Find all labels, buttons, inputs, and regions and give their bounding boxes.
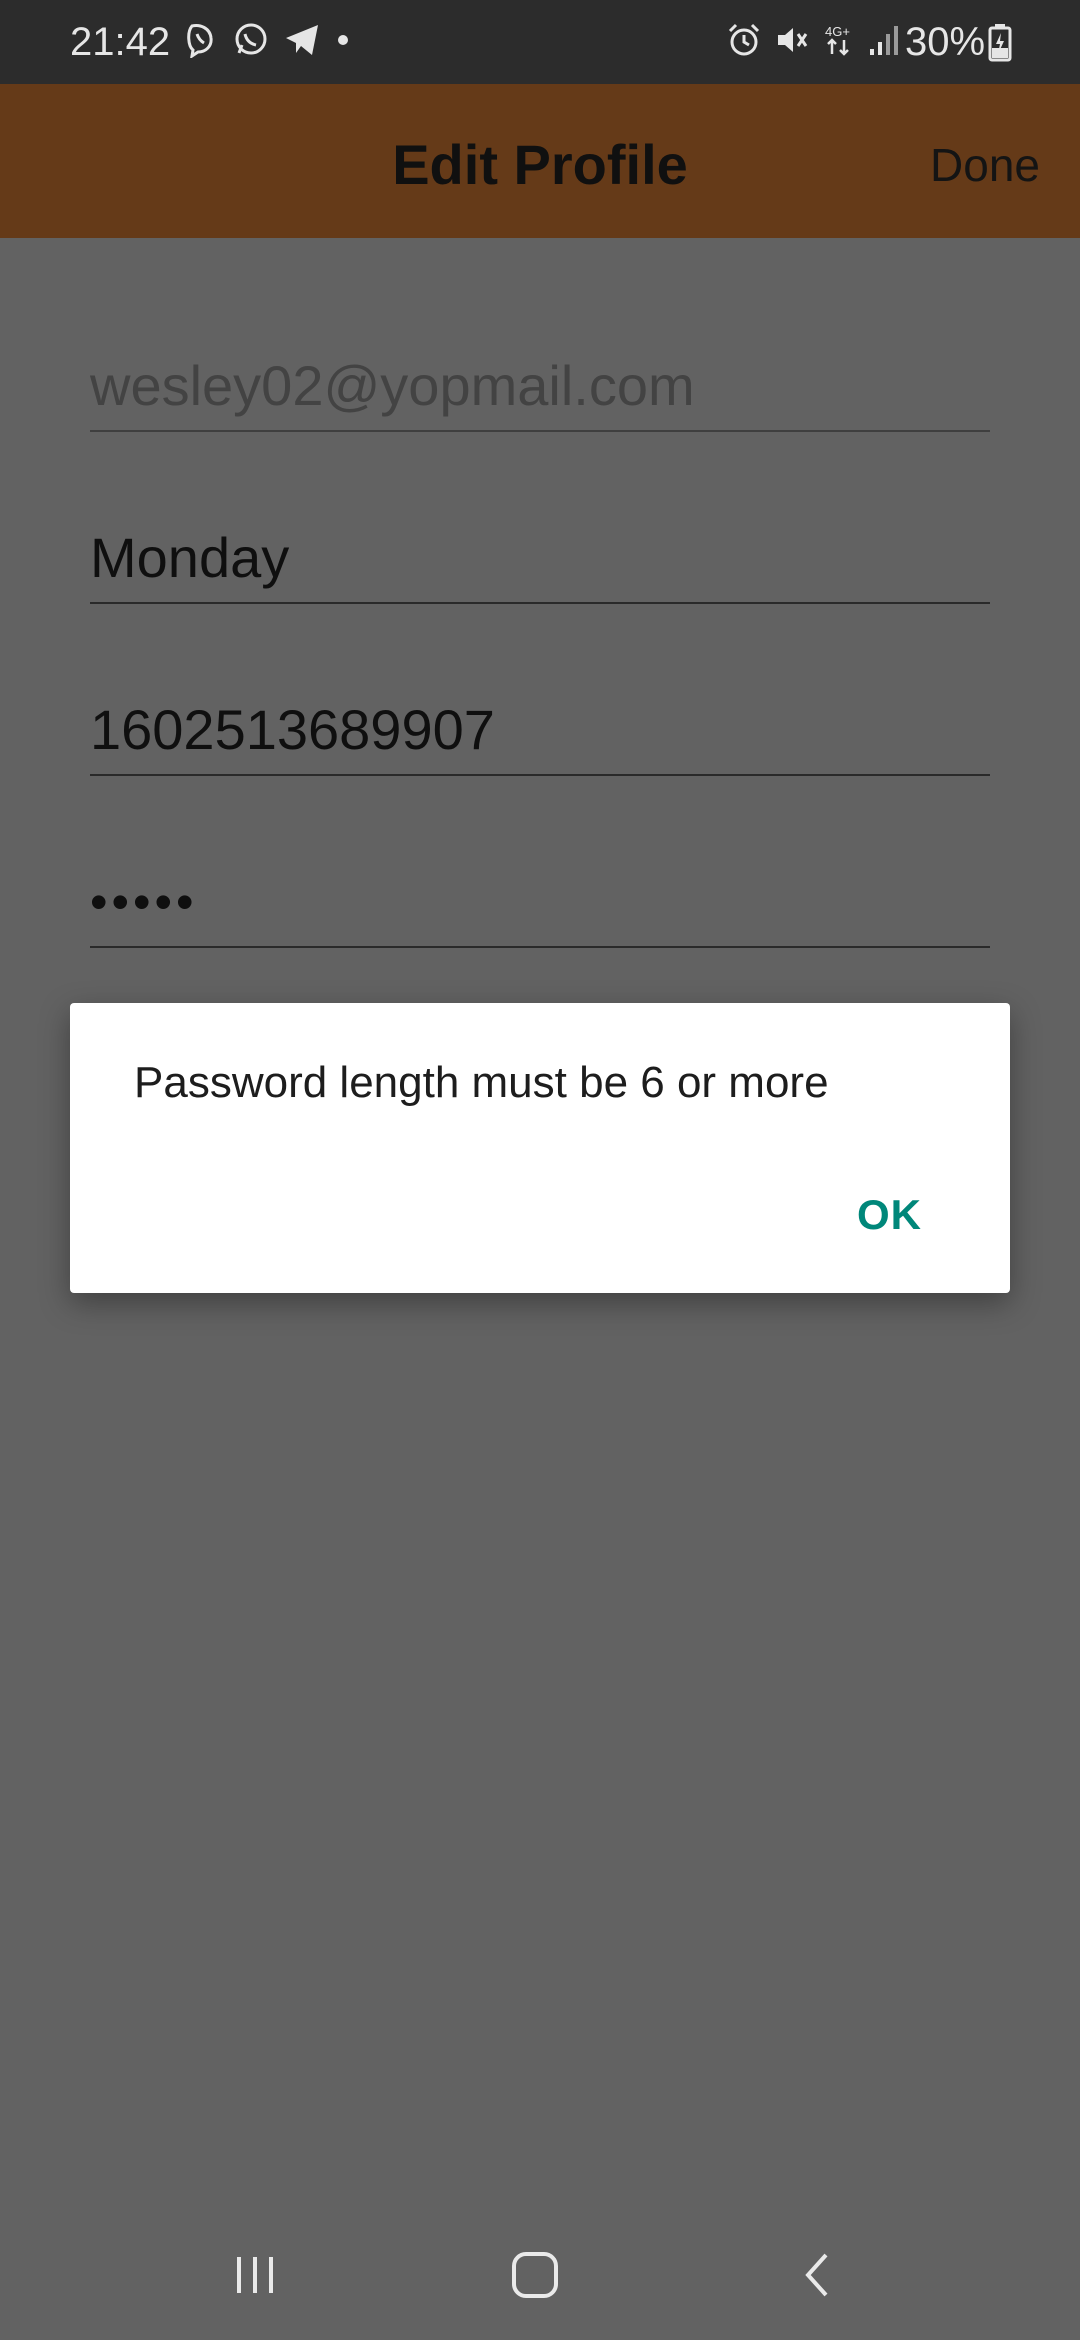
4g-icon: 4G+ bbox=[822, 22, 856, 63]
back-icon[interactable] bbox=[778, 2240, 858, 2310]
battery-icon bbox=[988, 24, 1012, 67]
phone-value: 1602513689907 bbox=[90, 698, 495, 761]
status-time: 21:42 bbox=[70, 20, 171, 64]
system-icons: 4G+ bbox=[726, 22, 900, 62]
password-value: ••••• bbox=[90, 874, 198, 930]
viber-icon bbox=[184, 22, 218, 63]
signal-icon bbox=[868, 23, 900, 62]
email-field[interactable]: wesley02@yopmail.com bbox=[90, 330, 990, 432]
email-value: wesley02@yopmail.com bbox=[90, 354, 695, 417]
alarm-icon bbox=[726, 22, 762, 63]
svg-text:4G+: 4G+ bbox=[825, 24, 850, 39]
telegram-icon bbox=[284, 22, 322, 63]
app-bar: Edit Profile Done bbox=[0, 84, 1080, 238]
recents-icon[interactable] bbox=[215, 2240, 295, 2310]
name-field[interactable]: Monday bbox=[90, 502, 990, 604]
navigation-bar bbox=[0, 2200, 1080, 2340]
page-title: Edit Profile bbox=[392, 133, 688, 196]
status-bar: 21:42 4G+ 30% bbox=[0, 0, 1080, 84]
name-value: Monday bbox=[90, 526, 290, 589]
battery-percent: 30% bbox=[905, 20, 986, 64]
whatsapp-icon bbox=[232, 21, 270, 64]
home-icon[interactable] bbox=[495, 2240, 575, 2310]
notification-icons bbox=[184, 22, 350, 62]
mute-icon bbox=[774, 22, 810, 63]
dot-icon bbox=[336, 33, 350, 52]
password-field[interactable]: ••••• bbox=[90, 846, 990, 948]
dialog-message: Password length must be 6 or more bbox=[134, 1058, 829, 1107]
ok-button[interactable]: OK bbox=[857, 1189, 922, 1241]
done-button[interactable]: Done bbox=[930, 136, 1040, 194]
phone-field[interactable]: 1602513689907 bbox=[90, 674, 990, 776]
alert-dialog: Password length must be 6 or more OK bbox=[70, 1003, 1010, 1293]
